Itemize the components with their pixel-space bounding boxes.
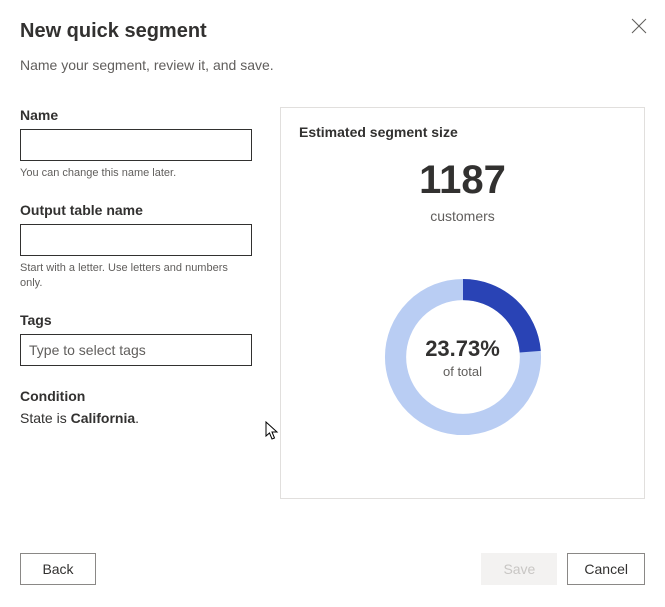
segment-count: 1187 <box>299 158 626 202</box>
page-title: New quick segment <box>20 20 645 43</box>
tags-input[interactable] <box>20 334 252 366</box>
preview-title: Estimated segment size <box>299 124 626 140</box>
close-icon[interactable] <box>631 18 647 34</box>
save-button: Save <box>481 553 557 585</box>
new-quick-segment-dialog: New quick segment Name your segment, rev… <box>0 0 665 607</box>
back-button[interactable]: Back <box>20 553 96 585</box>
donut-percent-label: of total <box>425 364 500 379</box>
output-table-label: Output table name <box>20 202 252 218</box>
output-table-input[interactable] <box>20 224 252 256</box>
condition-text: State is California. <box>20 410 252 426</box>
name-label: Name <box>20 107 252 123</box>
donut-chart: 23.73% of total <box>299 236 626 478</box>
condition-suffix: . <box>135 410 139 426</box>
cancel-button[interactable]: Cancel <box>567 553 645 585</box>
output-table-helper: Start with a letter. Use letters and num… <box>20 261 252 290</box>
donut-percent: 23.73% <box>425 336 500 362</box>
name-input[interactable] <box>20 129 252 161</box>
condition-label: Condition <box>20 388 252 404</box>
preview-panel: Estimated segment size 1187 customers 23… <box>280 107 645 499</box>
dialog-footer: Back Save Cancel <box>20 553 645 585</box>
form-panel: Name You can change this name later. Out… <box>20 107 252 499</box>
tags-label: Tags <box>20 312 252 328</box>
condition-prefix: State is <box>20 410 71 426</box>
condition-value: California <box>71 410 136 426</box>
page-subtitle: Name your segment, review it, and save. <box>20 57 645 73</box>
segment-unit: customers <box>299 208 626 224</box>
name-helper: You can change this name later. <box>20 166 252 180</box>
